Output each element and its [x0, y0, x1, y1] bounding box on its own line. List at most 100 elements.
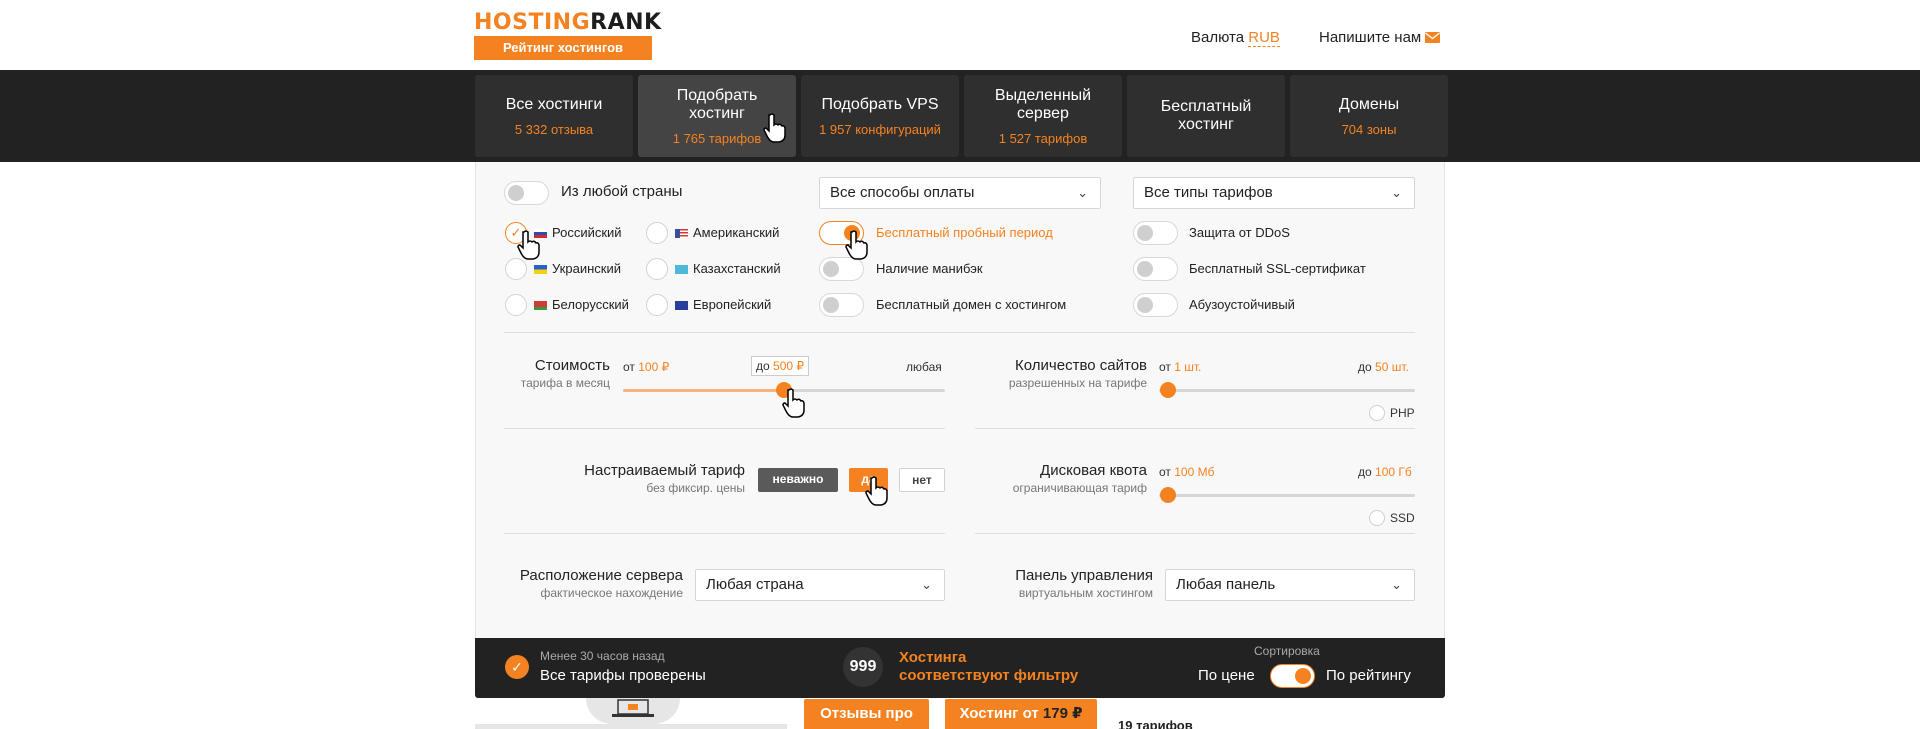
- abuse-resistant-toggle[interactable]: [1133, 293, 1178, 317]
- hand-cursor-icon: [844, 230, 870, 260]
- toggle-knob: [1137, 261, 1153, 277]
- card-divider: [475, 724, 787, 729]
- hand-cursor-icon: [762, 113, 788, 143]
- reviews-button[interactable]: Отзывы про: [804, 699, 929, 729]
- sites-slider-track[interactable]: [1159, 389, 1415, 392]
- free-ssl-toggle[interactable]: [1133, 257, 1178, 281]
- contact-label: Напишите нам: [1319, 29, 1422, 46]
- logo[interactable]: HOSTINGRANK Рейтинг хостингов: [474, 12, 662, 60]
- toggle-knob: [508, 185, 524, 201]
- country-ukraine-checkbox[interactable]: [505, 258, 527, 280]
- disk-sub: ограничивающая тариф: [1012, 481, 1147, 495]
- currency-value[interactable]: RUB: [1248, 29, 1280, 47]
- logo-text: HOSTINGRANK: [474, 10, 662, 35]
- server-location-select[interactable]: Любая страна ⌄: [695, 569, 945, 601]
- tariff-type-select[interactable]: Все типы тарифов ⌄: [1133, 177, 1415, 209]
- tab-title: Подобрать VPS: [821, 95, 939, 113]
- tab-free-hosting[interactable]: Бесплатный хостинг: [1127, 75, 1285, 157]
- country-belarus-label: Белорусский: [534, 297, 629, 312]
- divider: [504, 533, 945, 534]
- tab-sub: 704 зоны: [1341, 121, 1397, 137]
- ssd-label: SSD: [1390, 511, 1415, 525]
- sort-by-price-label[interactable]: По цене: [1198, 667, 1255, 684]
- logo-badge: Рейтинг хостингов: [474, 36, 652, 60]
- envelope-icon: [1425, 30, 1441, 47]
- payment-method-select[interactable]: Все способы оплаты ⌄: [819, 177, 1101, 209]
- tab-sub: 1 765 тарифов: [672, 130, 762, 146]
- any-country-toggle[interactable]: [504, 181, 549, 205]
- ssd-radio[interactable]: [1369, 510, 1385, 526]
- toggle-knob: [823, 261, 839, 277]
- free-domain-toggle[interactable]: [819, 293, 864, 317]
- country-kazakhstan-checkbox[interactable]: [646, 258, 668, 280]
- toggle-knob: [1137, 297, 1153, 313]
- country-ukraine-label: Украинский: [534, 261, 621, 276]
- disk-slider-track[interactable]: [1159, 494, 1415, 497]
- price-to-tooltip: до 500 ₽: [751, 356, 810, 376]
- kazakhstan-flag-icon: [675, 265, 688, 274]
- match-count-text: Хостинга соответствуют фильтру: [899, 649, 1079, 684]
- disk-from: от 100 Мб: [1159, 465, 1215, 479]
- toggle-knob: [1295, 668, 1311, 684]
- custom-tariff-no-button[interactable]: нет: [899, 468, 945, 492]
- free-ssl-label: Бесплатный SSL-сертификат: [1189, 261, 1366, 276]
- price-slider-fill: [623, 389, 784, 392]
- sites-title: Количество сайтов: [1015, 357, 1147, 374]
- belarus-flag-icon: [534, 301, 547, 310]
- tariff-type-value: Все типы тарифов: [1144, 184, 1273, 201]
- hosting-from-button[interactable]: Хостинг от 179 ₽: [945, 699, 1097, 729]
- php-radio[interactable]: [1369, 405, 1385, 421]
- tab-domains[interactable]: Домены 704 зоны: [1290, 75, 1448, 157]
- country-belarus-checkbox[interactable]: [505, 294, 527, 316]
- abuse-resistant-label: Абузоустойчивый: [1189, 297, 1295, 312]
- price-title: Стоимость: [534, 357, 610, 374]
- chevron-down-icon: ⌄: [1077, 185, 1088, 200]
- tab-find-vps[interactable]: Подобрать VPS 1 957 конфигураций: [801, 75, 959, 157]
- ddos-protection-toggle[interactable]: [1133, 221, 1178, 245]
- server-location-value: Любая страна: [706, 576, 804, 593]
- custom-tariff-title: Настраиваемый тариф: [584, 462, 745, 479]
- control-panel-sub: виртуальным хостингом: [1018, 586, 1153, 600]
- contact-link[interactable]: Напишите нам: [1319, 29, 1441, 47]
- sort-label: Сортировка: [1254, 644, 1320, 658]
- hand-cursor-icon: [864, 476, 890, 506]
- sites-to: до 50 шт.: [1358, 360, 1409, 374]
- country-usa-checkbox[interactable]: [646, 222, 668, 244]
- country-europe-checkbox[interactable]: [646, 294, 668, 316]
- tab-sub: 1 957 конфигураций: [819, 121, 941, 137]
- hand-cursor-icon: [781, 388, 807, 418]
- tab-dedicated-server[interactable]: Выделенный сервер 1 527 тарифов: [964, 75, 1122, 157]
- moneyback-toggle[interactable]: [819, 257, 864, 281]
- sites-from: от 1 шт.: [1159, 360, 1202, 374]
- checked-time: Менее 30 часов назад: [540, 649, 665, 663]
- control-panel-title: Панель управления: [1015, 567, 1153, 584]
- moneyback-label: Наличие манибэк: [876, 261, 983, 276]
- divider: [975, 428, 1415, 429]
- chevron-down-icon: ⌄: [1391, 577, 1402, 592]
- toggle-knob: [1137, 225, 1153, 241]
- control-panel-value: Любая панель: [1176, 576, 1276, 593]
- location-title: Расположение сервера: [519, 567, 683, 584]
- price-max-label: любая: [906, 360, 942, 374]
- tab-title: Подобрать хостинг: [676, 86, 758, 122]
- chevron-down-icon: ⌄: [1391, 185, 1402, 200]
- tab-title: Домены: [1338, 95, 1400, 113]
- disk-slider-handle[interactable]: [1160, 487, 1176, 503]
- divider: [504, 428, 945, 429]
- ddos-protection-label: Защита от DDoS: [1189, 225, 1290, 240]
- eu-flag-icon: [675, 301, 688, 310]
- sort-toggle[interactable]: [1270, 664, 1315, 688]
- sort-by-rating-label[interactable]: По рейтингу: [1326, 667, 1411, 684]
- sites-slider-handle[interactable]: [1160, 382, 1176, 398]
- currency-switch[interactable]: Валюта RUB: [1191, 29, 1280, 47]
- price-from: от 100 ₽: [623, 360, 670, 374]
- ukraine-flag-icon: [534, 265, 547, 274]
- tab-title: Бесплатный хостинг: [1160, 98, 1252, 133]
- control-panel-select[interactable]: Любая панель ⌄: [1165, 569, 1415, 601]
- toggle-knob: [823, 297, 839, 313]
- disk-to: до 100 Гб: [1358, 465, 1412, 479]
- tab-all-hostings[interactable]: Все хостинги 5 332 отзыва: [475, 75, 633, 157]
- tariffs-count: 19 тарифов: [1118, 718, 1193, 729]
- php-label: PHP: [1390, 406, 1415, 420]
- custom-tariff-any-button[interactable]: неважно: [758, 468, 838, 492]
